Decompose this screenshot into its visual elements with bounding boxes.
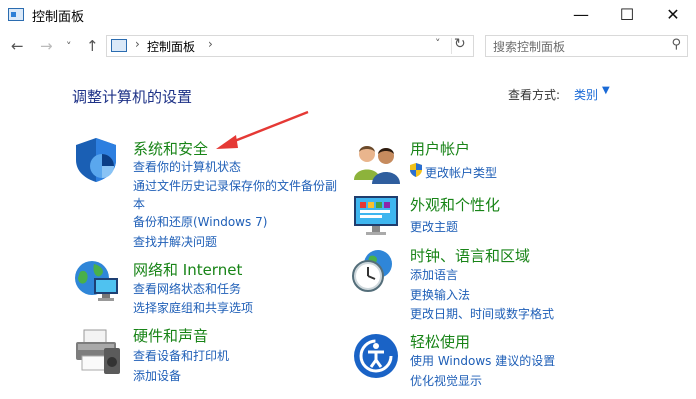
window-title: 控制面板 [32,10,85,25]
breadcrumb-separator[interactable]: › [208,37,213,51]
category-network-internet[interactable]: 网络和 Internet [133,259,242,280]
recent-locations-button[interactable]: ˅ [66,40,72,53]
link-file-history-backup-cont[interactable]: 本 [133,195,145,212]
forward-button[interactable]: → [40,37,53,55]
category-ease-of-access[interactable]: 轻松使用 [410,331,470,352]
chevron-down-icon[interactable]: ▼ [602,85,610,96]
search-placeholder: 搜索控制面板 [493,40,566,54]
maximize-button[interactable]: ☐ [604,0,650,30]
category-user-accounts[interactable]: 用户帐户 [410,138,470,159]
category-hardware-sound[interactable]: 硬件和声音 [133,325,208,346]
monitor-personalization-icon[interactable] [352,192,402,246]
view-by-label: 查看方式: [508,88,561,102]
address-bar[interactable]: › 控制面板 › ˅ ↻ [106,35,474,57]
link-change-date-time-format[interactable]: 更改日期、时间或数字格式 [410,305,554,322]
users-icon[interactable] [352,140,402,188]
breadcrumb-separator[interactable]: › [135,37,140,51]
search-icon[interactable]: ⚲ [671,37,681,52]
category-system-security[interactable]: 系统和安全 [133,138,208,159]
search-input[interactable]: 搜索控制面板 ⚲ [485,35,688,57]
view-by-dropdown[interactable]: 类别 [574,86,598,103]
link-add-language[interactable]: 添加语言 [410,266,458,283]
refresh-button[interactable]: ↻ [454,36,466,52]
title-bar: 控制面板 — ☐ ✕ [0,0,696,30]
link-add-device[interactable]: 添加设备 [133,367,181,384]
minimize-button[interactable]: — [558,0,604,30]
back-button[interactable]: ← [11,37,24,55]
control-panel-icon [8,8,24,21]
breadcrumb-control-panel[interactable]: 控制面板 [147,38,195,55]
link-change-input-method[interactable]: 更换输入法 [410,286,470,303]
link-recommended-settings[interactable]: 使用 Windows 建议的设置 [410,352,555,369]
link-network-status[interactable]: 查看网络状态和任务 [133,280,241,297]
address-dropdown-button[interactable]: ˅ [435,37,441,50]
up-button[interactable]: ↑ [86,37,99,55]
link-file-history-backup[interactable]: 通过文件历史记录保存你的文件备份副 [133,177,337,194]
shield-icon[interactable] [72,136,120,188]
link-change-account-type[interactable]: 更改帐户类型 [425,164,497,181]
link-change-theme[interactable]: 更改主题 [410,218,458,235]
link-view-computer-status[interactable]: 查看你的计算机状态 [133,158,241,175]
category-clock-language-region[interactable]: 时钟、语言和区域 [410,245,530,266]
link-backup-restore[interactable]: 备份和还原(Windows 7) [133,213,267,230]
printer-icon[interactable] [72,326,122,380]
link-homegroup-sharing[interactable]: 选择家庭组和共享选项 [133,299,253,316]
link-troubleshoot[interactable]: 查找并解决问题 [133,233,217,250]
category-appearance-personalization[interactable]: 外观和个性化 [410,194,500,215]
page-title: 调整计算机的设置 [72,88,193,106]
link-optimize-visual-display[interactable]: 优化视觉显示 [410,372,482,389]
control-panel-icon [111,39,127,52]
network-globe-icon[interactable] [72,256,122,310]
clock-globe-icon[interactable] [350,246,400,300]
ease-of-access-icon[interactable] [352,332,400,384]
link-devices-printers[interactable]: 查看设备和打印机 [133,347,229,364]
divider [451,38,452,54]
uac-shield-icon [410,162,422,181]
navigation-bar: ← → ˅ ↑ › 控制面板 › ˅ ↻ 搜索控制面板 ⚲ [0,32,696,62]
close-button[interactable]: ✕ [650,0,696,30]
